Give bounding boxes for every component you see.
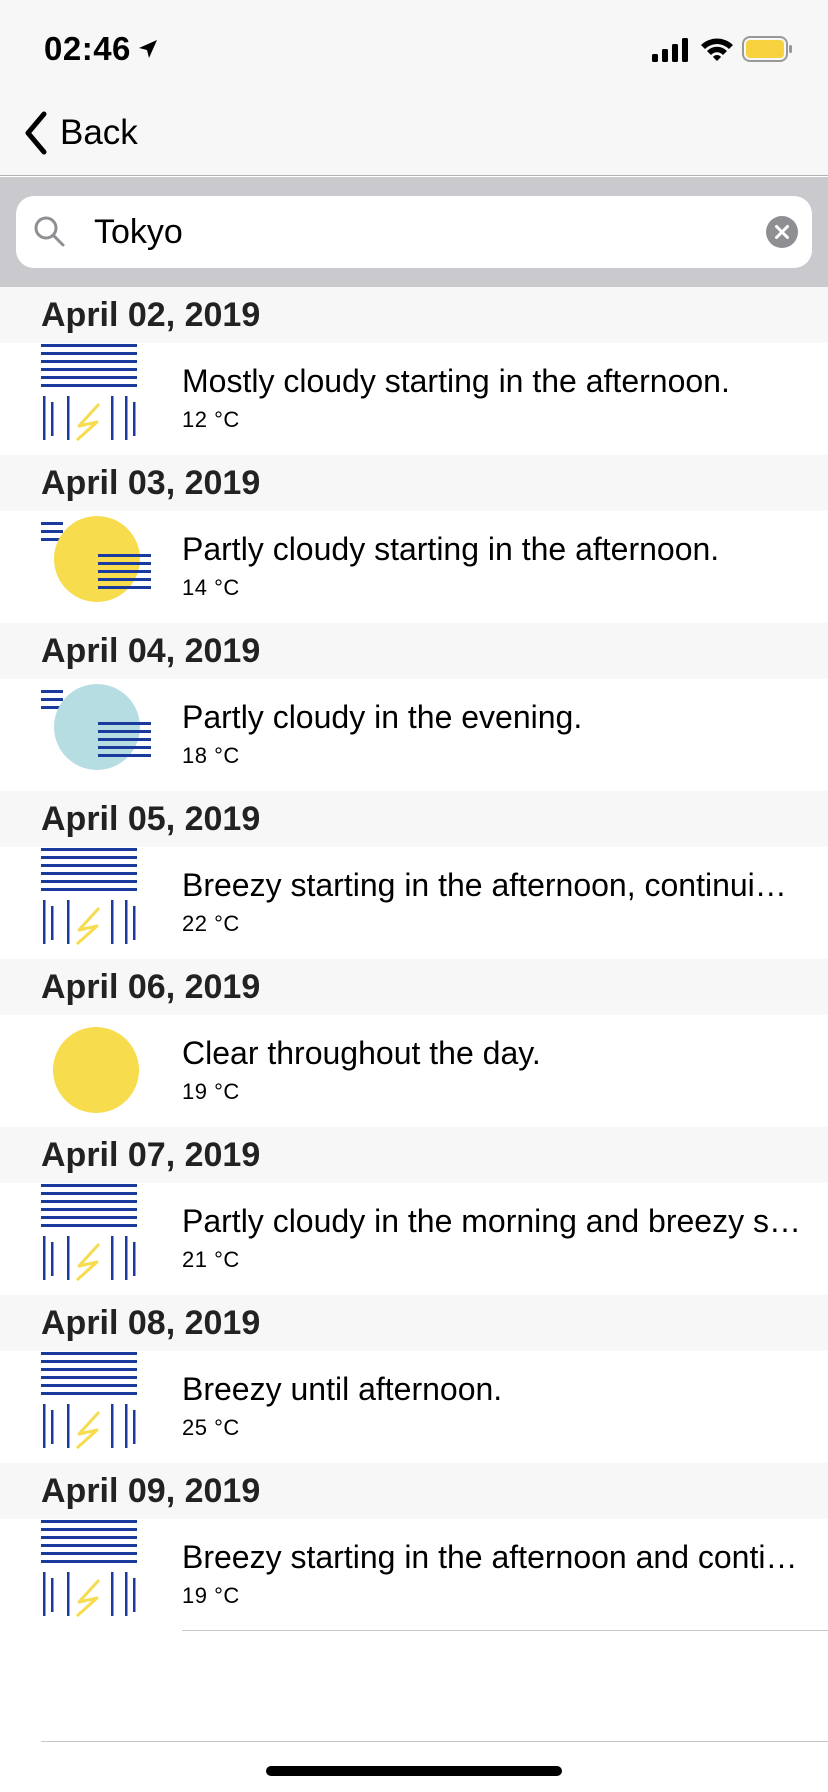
forecast-row[interactable]: Breezy starting in the afternoon, contin… [0, 847, 828, 959]
forecast-summary: Breezy until afternoon. [182, 1371, 503, 1407]
status-time: 02:46 [44, 30, 159, 68]
forecast-temperature: 25 °C [182, 1415, 240, 1440]
forecast-section: April 03, 2019 Partly cloudy starting in … [0, 455, 828, 623]
forecast-section: April 07, 2019 Partly cloudy in the morni… [0, 1127, 828, 1295]
section-header-date: April 02, 2019 [0, 287, 828, 343]
forecast-row[interactable]: Partly cloudy starting in the afternoon.… [0, 511, 828, 623]
section-header-date: April 04, 2019 [0, 623, 828, 679]
rain-icon [41, 1184, 151, 1294]
partly-cloudy-day-icon [41, 512, 151, 622]
forecast-summary: Partly cloudy starting in the afternoon. [182, 531, 720, 567]
forecast-row[interactable]: Partly cloudy in the morning and breezy … [0, 1183, 828, 1295]
forecast-temperature: 19 °C [182, 1079, 240, 1104]
forecast-section: April 09, 2019 Breezy starting in the aft… [0, 1463, 828, 1631]
forecast-section: April 02, 2019 Mostly cloudy starting in … [0, 287, 828, 455]
clear-day-icon [41, 1016, 151, 1126]
partly-cloudy-night-icon [41, 680, 151, 790]
section-header-date: April 08, 2019 [0, 1295, 828, 1351]
navigation-bar: Back [0, 100, 828, 176]
section-header-date: April 05, 2019 [0, 791, 828, 847]
back-label: Back [60, 113, 138, 152]
forecast-temperature: 21 °C [182, 1247, 240, 1272]
forecast-temperature: 19 °C [182, 1583, 240, 1608]
forecast-row[interactable]: Mostly cloudy starting in the afternoon.… [0, 343, 828, 455]
forecast-summary: Breezy starting in the afternoon, contin… [182, 867, 802, 903]
location-arrow-icon [138, 40, 157, 58]
search-field[interactable] [16, 196, 812, 268]
home-indicator[interactable] [266, 1766, 562, 1776]
rain-icon [41, 1352, 151, 1462]
forecast-summary: Partly cloudy in the morning and breezy … [182, 1203, 802, 1239]
forecast-summary: Breezy starting in the afternoon and con… [182, 1539, 802, 1575]
clear-icon [775, 225, 789, 239]
back-button[interactable]: Back [22, 110, 138, 156]
wifi-icon [701, 38, 733, 61]
section-header-date: April 09, 2019 [0, 1463, 828, 1519]
forecast-row[interactable]: Clear throughout the day. 19 °C [0, 1015, 828, 1127]
forecast-section: April 04, 2019 Partly cloudy in the eveni… [0, 623, 828, 791]
forecast-summary: Clear throughout the day. [182, 1035, 541, 1071]
forecast-temperature: 12 °C [182, 407, 240, 432]
search-input[interactable] [76, 196, 756, 268]
forecast-list: April 02, 2019 Mostly cloudy starting in … [0, 287, 828, 1631]
divider [41, 1741, 828, 1742]
cellular-signal-icon [652, 38, 688, 62]
forecast-temperature: 14 °C [182, 575, 240, 600]
forecast-summary: Mostly cloudy starting in the afternoon. [182, 363, 730, 399]
section-header-date: April 06, 2019 [0, 959, 828, 1015]
section-header-date: April 03, 2019 [0, 455, 828, 511]
search-icon [34, 216, 65, 247]
forecast-section: April 05, 2019 Breezy starting in the aft… [0, 791, 828, 959]
rain-icon [41, 1520, 151, 1630]
forecast-section: April 08, 2019 Breezy until afternoon. 25 … [0, 1295, 828, 1463]
rain-icon [41, 344, 151, 454]
section-header-date: April 07, 2019 [0, 1127, 828, 1183]
rain-icon [41, 848, 151, 958]
forecast-row[interactable]: Breezy until afternoon. 25 °C [0, 1351, 828, 1463]
status-bar: 02:46 [0, 0, 828, 100]
forecast-row[interactable]: Breezy starting in the afternoon and con… [0, 1519, 828, 1631]
battery-icon [742, 36, 792, 62]
forecast-summary: Partly cloudy in the evening. [182, 699, 583, 735]
forecast-row[interactable]: Partly cloudy in the evening. 18 °C [0, 679, 828, 791]
forecast-temperature: 22 °C [182, 911, 240, 936]
forecast-temperature: 18 °C [182, 743, 240, 768]
clear-search-button[interactable] [766, 216, 798, 248]
chevron-left-icon [25, 111, 47, 155]
forecast-section: April 06, 2019 Clear throughout the day. 1… [0, 959, 828, 1127]
search-bar [0, 177, 828, 287]
clock-label: 02:46 [44, 30, 131, 67]
